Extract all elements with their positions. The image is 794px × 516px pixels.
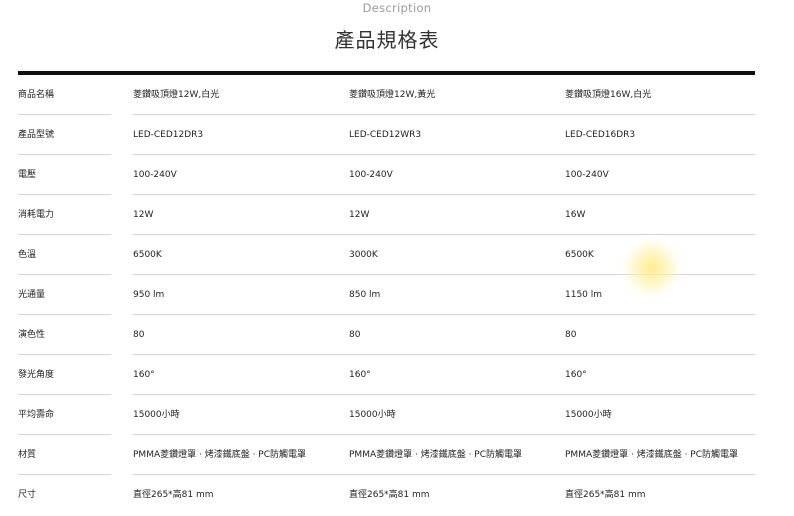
spec-value-product-1: 6500K: [133, 250, 162, 260]
table-row: 電壓 100-240V 100-240V 100-240V: [18, 155, 755, 195]
spec-label: 產品型號: [18, 130, 55, 140]
spec-value-product-2: PMMA菱鑽燈罩 · 烤漆鐵底盤 · PC防觸電罩: [349, 450, 522, 460]
spec-value-product-2: 直徑265*高81 mm: [349, 490, 430, 500]
table-row: 材質 PMMA菱鑽燈罩 · 烤漆鐵底盤 · PC防觸電罩 PMMA菱鑽燈罩 · 烤漆…: [18, 435, 755, 475]
spec-table: 商品名稱 菱鑽吸頂燈12W,白光 菱鑽吸頂燈12W,黃光 菱鑽吸頂燈16W,白光產品型…: [18, 71, 755, 515]
spec-value-product-3: 16W: [565, 210, 586, 220]
table-row: 色溫 6500K 3000K 6500K: [18, 235, 755, 275]
table-row: 發光角度 160° 160° 160°: [18, 355, 755, 395]
spec-value-product-3: 80: [565, 330, 577, 340]
table-row: 產品型號 LED-CED12DR3 LED-CED12WR3 LED-CED16DR3: [18, 115, 755, 155]
spec-label: 色溫: [18, 250, 37, 260]
spec-value-product-2: LED-CED12WR3: [349, 130, 422, 140]
spec-value-product-3: 100-240V: [565, 170, 609, 180]
table-row: 尺寸 直徑265*高81 mm 直徑265*高81 mm 直徑265*高81 mm: [18, 475, 755, 515]
spec-label: 消耗電力: [18, 210, 55, 220]
spec-value-product-2: 3000K: [349, 250, 378, 260]
spec-value-product-1: PMMA菱鑽燈罩 · 烤漆鐵底盤 · PC防觸電罩: [133, 450, 306, 460]
spec-label: 尺寸: [18, 490, 37, 500]
spec-value-product-3: 6500K: [565, 250, 594, 260]
spec-value-product-1: 15000小時: [133, 410, 180, 420]
spec-label: 電壓: [18, 170, 37, 180]
spec-label: 發光角度: [18, 370, 55, 380]
spec-value-product-1: 12W: [133, 210, 154, 220]
table-row: 光通量 950 lm 850 lm 1150 lm: [18, 275, 755, 315]
spec-value-product-3: 直徑265*高81 mm: [565, 490, 646, 500]
spec-value-product-1: 100-240V: [133, 170, 177, 180]
spec-value-product-3: 160°: [565, 370, 587, 380]
spec-value-product-3: PMMA菱鑽燈罩 · 烤漆鐵底盤 · PC防觸電罩: [565, 450, 738, 460]
spec-value-product-3: 1150 lm: [565, 290, 603, 300]
spec-value-product-2: 160°: [349, 370, 371, 380]
table-row: 演色性 80 80 80: [18, 315, 755, 355]
spec-value-product-2: 12W: [349, 210, 370, 220]
spec-label: 平均壽命: [18, 410, 55, 420]
spec-value-product-3: 菱鑽吸頂燈16W,白光: [565, 90, 652, 100]
spec-value-product-2: 100-240V: [349, 170, 393, 180]
spec-value-product-2: 15000小時: [349, 410, 396, 420]
table-row: 消耗電力 12W 12W 16W: [18, 195, 755, 235]
spec-value-product-3: LED-CED16DR3: [565, 130, 636, 140]
table-row: 平均壽命 15000小時 15000小時 15000小時: [18, 395, 755, 435]
spec-value-product-1: LED-CED12DR3: [133, 130, 204, 140]
spec-label: 材質: [18, 450, 37, 460]
spec-label: 光通量: [18, 290, 46, 300]
page-title: 產品規格表: [334, 28, 440, 52]
spec-value-product-3: 15000小時: [565, 410, 612, 420]
spec-value-product-2: 80: [349, 330, 361, 340]
spec-value-product-1: 950 lm: [133, 290, 165, 300]
spec-value-product-2: 850 lm: [349, 290, 381, 300]
spec-value-product-2: 菱鑽吸頂燈12W,黃光: [349, 90, 436, 100]
spec-value-product-1: 菱鑽吸頂燈12W,白光: [133, 90, 220, 100]
spec-label: 商品名稱: [18, 90, 55, 100]
spec-label: 演色性: [18, 330, 46, 340]
spec-value-product-1: 直徑265*高81 mm: [133, 490, 214, 500]
table-row: 商品名稱 菱鑽吸頂燈12W,白光 菱鑽吸頂燈12W,黃光 菱鑽吸頂燈16W,白光: [18, 75, 755, 115]
section-subtitle: Description: [362, 1, 432, 15]
spec-value-product-1: 80: [133, 330, 145, 340]
spec-value-product-1: 160°: [133, 370, 155, 380]
